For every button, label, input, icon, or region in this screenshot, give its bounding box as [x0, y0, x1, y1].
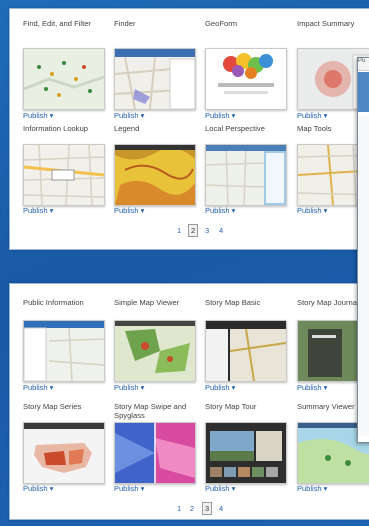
item-thumbnail[interactable] [205, 320, 287, 382]
colorful-form-image [206, 49, 286, 109]
item-title: Simple Map Viewer [114, 298, 180, 307]
item-thumbnail[interactable] [23, 320, 105, 382]
publish-dropdown[interactable]: Publish ▾ [23, 383, 53, 392]
item-thumbnail[interactable] [205, 422, 287, 484]
item-thumbnail[interactable] [114, 320, 196, 382]
street-map-image [24, 145, 104, 205]
page-current[interactable]: 3 [202, 502, 213, 515]
publish-dropdown[interactable]: Publish ▾ [114, 484, 144, 493]
item-thumbnail[interactable] [23, 422, 105, 484]
page-link[interactable]: 1 [177, 504, 181, 513]
publish-dropdown[interactable]: Publish ▾ [23, 484, 53, 493]
item-title: Public Information [23, 298, 84, 307]
publish-dropdown[interactable]: Publish ▾ [205, 383, 235, 392]
swipe-map-image [115, 423, 195, 483]
publish-dropdown[interactable]: Publish ▾ [114, 383, 144, 392]
page-link[interactable]: 4 [219, 504, 223, 513]
publish-dialog: Pu [357, 57, 369, 443]
page-current[interactable]: 2 [188, 224, 199, 237]
publish-dropdown[interactable]: Publish ▾ [114, 111, 144, 120]
item-title: Find, Edit, and Filter [23, 19, 91, 28]
dialog-banner [358, 72, 369, 112]
item-thumbnail[interactable] [23, 144, 105, 206]
publish-dropdown[interactable]: Publish ▾ [205, 111, 235, 120]
item-title: Information Lookup [23, 124, 89, 133]
item-title: GeoForm [205, 19, 238, 28]
item-title: Finder [114, 19, 136, 28]
map-with-pins-image [24, 49, 104, 109]
dialog-body [358, 116, 369, 436]
item-title: Local Perspective [205, 124, 265, 133]
item-thumbnail[interactable] [205, 144, 287, 206]
page-link[interactable]: 4 [219, 226, 223, 235]
publish-dropdown[interactable]: Publish ▾ [297, 484, 327, 493]
item-title: Story Map Swipe and Spyglass [114, 402, 187, 420]
item-thumbnail[interactable] [114, 48, 196, 110]
item-thumbnail[interactable] [114, 422, 196, 484]
street-map-image [115, 49, 195, 109]
item-title: Story Map Tour [205, 402, 257, 411]
yellow-heat-map-image [115, 145, 195, 205]
item-thumbnail[interactable] [205, 48, 287, 110]
publish-dropdown[interactable]: Publish ▾ [297, 111, 327, 120]
gallery-panel-bottom: Public Information Publish ▾ Simple Map … [9, 283, 369, 520]
photo-tour-image [206, 423, 286, 483]
page-link[interactable]: 2 [190, 504, 194, 513]
us-choropleth-image [24, 423, 104, 483]
item-thumbnail[interactable] [23, 48, 105, 110]
dialog-header: Pu [358, 58, 369, 71]
blue-ui-map-image [24, 321, 104, 381]
coastal-map-image [206, 145, 286, 205]
publish-dropdown[interactable]: Publish ▾ [297, 206, 327, 215]
item-title: Story Map Basic [205, 298, 261, 307]
page-link[interactable]: 3 [205, 226, 209, 235]
page-link[interactable]: 1 [177, 226, 181, 235]
item-title: Legend [114, 124, 140, 133]
item-thumbnail[interactable] [114, 144, 196, 206]
publish-dropdown[interactable]: Publish ▾ [23, 206, 53, 215]
publish-dropdown[interactable]: Publish ▾ [23, 111, 53, 120]
item-title: Story Map Series [23, 402, 82, 411]
publish-dropdown[interactable]: Publish ▾ [297, 383, 327, 392]
publish-dropdown[interactable]: Publish ▾ [114, 206, 144, 215]
gallery-panel-top: Find, Edit, and Filter Publish ▾ Finder [9, 8, 369, 250]
green-map-image [115, 321, 195, 381]
dark-story-map-image [206, 321, 286, 381]
item-title: Impact Summary [297, 19, 355, 28]
publish-dropdown[interactable]: Publish ▾ [205, 484, 235, 493]
publish-dropdown[interactable]: Publish ▾ [205, 206, 235, 215]
